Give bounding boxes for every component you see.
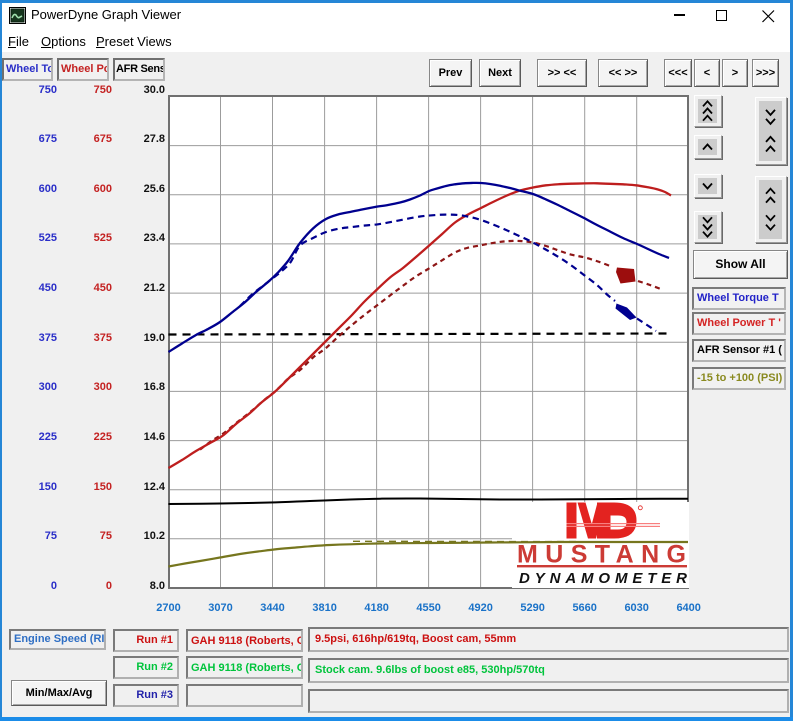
svg-text:DYNAMOMETER: DYNAMOMETER: [519, 570, 687, 587]
